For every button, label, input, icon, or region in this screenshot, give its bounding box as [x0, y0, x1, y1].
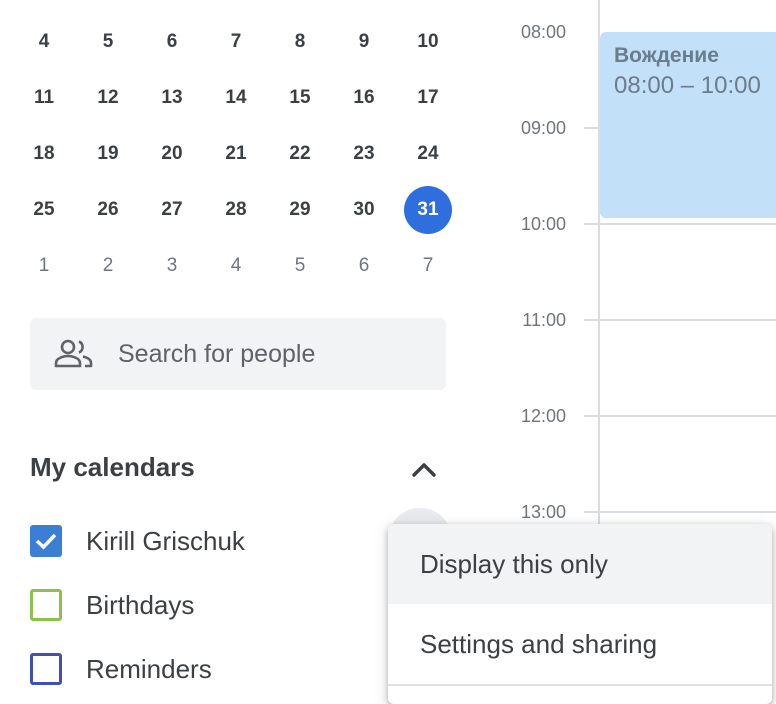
time-label: 10:00 — [520, 214, 566, 234]
mini-calendar-day[interactable]: 17 — [396, 70, 460, 126]
people-icon — [54, 339, 93, 368]
mini-calendar-day[interactable]: 23 — [332, 126, 396, 182]
mini-calendar-day[interactable]: 25 — [12, 182, 76, 238]
mini-calendar-day[interactable]: 4 — [12, 14, 76, 70]
mini-calendar-day[interactable]: 8 — [268, 14, 332, 70]
mini-calendar: 4 5 6 7 8 9 10 11 12 13 14 15 16 17 18 1… — [12, 14, 460, 294]
mini-calendar-day[interactable]: 12 — [76, 70, 140, 126]
calendar-label: Reminders — [86, 653, 212, 684]
time-label: 13:00 — [520, 502, 566, 522]
checkbox-unchecked[interactable] — [30, 653, 62, 685]
check-icon — [35, 533, 57, 550]
calendar-options-menu: Display this only Settings and sharing — [388, 524, 772, 704]
mini-calendar-day[interactable]: 29 — [268, 182, 332, 238]
mini-calendar-day[interactable]: 6 — [332, 238, 396, 294]
menu-divider — [388, 684, 772, 686]
hour-line — [584, 511, 776, 513]
mini-calendar-day[interactable]: 3 — [140, 238, 204, 294]
calendar-event[interactable]: Вождение 08:00 – 10:00 — [600, 32, 776, 218]
checkbox-unchecked[interactable] — [30, 589, 62, 621]
mini-calendar-week: 18 19 20 21 22 23 24 — [12, 126, 460, 182]
mini-calendar-day-today[interactable]: 31 — [396, 182, 460, 238]
mini-calendar-week: 25 26 27 28 29 30 31 — [12, 182, 460, 238]
time-label: 09:00 — [520, 118, 566, 138]
time-label: 12:00 — [520, 406, 566, 426]
my-calendars-title[interactable]: My calendars — [30, 452, 195, 483]
mini-calendar-day[interactable]: 30 — [332, 182, 396, 238]
mini-calendar-day[interactable]: 26 — [76, 182, 140, 238]
menu-item-settings-and-sharing[interactable]: Settings and sharing — [388, 604, 772, 684]
calendar-item-kirill-grischuk[interactable]: Kirill Grischuk — [30, 521, 245, 561]
mini-calendar-week: 1 2 3 4 5 6 7 — [12, 238, 460, 294]
mini-calendar-day[interactable]: 6 — [140, 14, 204, 70]
mini-calendar-day[interactable]: 1 — [12, 238, 76, 294]
mini-calendar-day[interactable]: 2 — [76, 238, 140, 294]
mini-calendar-day[interactable]: 24 — [396, 126, 460, 182]
mini-calendar-week: 4 5 6 7 8 9 10 — [12, 14, 460, 70]
chevron-up-icon[interactable] — [408, 454, 440, 486]
calendar-item-birthdays[interactable]: Birthdays — [30, 585, 194, 625]
mini-calendar-day[interactable]: 9 — [332, 14, 396, 70]
mini-calendar-day[interactable]: 10 — [396, 14, 460, 70]
mini-calendar-day[interactable]: 28 — [204, 182, 268, 238]
search-people-input[interactable]: Search for people — [30, 318, 446, 390]
mini-calendar-day[interactable]: 21 — [204, 126, 268, 182]
mini-calendar-day[interactable]: 20 — [140, 126, 204, 182]
calendar-label: Kirill Grischuk — [86, 525, 245, 556]
mini-calendar-day[interactable]: 19 — [76, 126, 140, 182]
calendar-label: Birthdays — [86, 589, 195, 620]
hour-line — [584, 415, 776, 417]
mini-calendar-day[interactable]: 15 — [268, 70, 332, 126]
mini-calendar-day[interactable]: 13 — [140, 70, 204, 126]
mini-calendar-day[interactable]: 4 — [204, 238, 268, 294]
today-marker: 31 — [404, 186, 452, 234]
mini-calendar-day[interactable]: 22 — [268, 126, 332, 182]
time-label: 11:00 — [522, 310, 566, 330]
calendar-item-reminders[interactable]: Reminders — [30, 649, 212, 689]
mini-calendar-day[interactable]: 27 — [140, 182, 204, 238]
mini-calendar-day[interactable]: 7 — [204, 14, 268, 70]
checkbox-checked[interactable] — [30, 525, 62, 557]
menu-item-display-this-only[interactable]: Display this only — [388, 524, 772, 604]
time-label: 08:00 — [520, 22, 566, 42]
mini-calendar-day[interactable]: 7 — [396, 238, 460, 294]
mini-calendar-day[interactable]: 18 — [12, 126, 76, 182]
mini-calendar-day[interactable]: 5 — [268, 238, 332, 294]
mini-calendar-day[interactable]: 16 — [332, 70, 396, 126]
search-placeholder: Search for people — [118, 339, 316, 368]
hour-line — [584, 319, 776, 321]
event-time: 08:00 – 10:00 — [614, 72, 761, 99]
event-title: Вождение — [614, 44, 719, 67]
mini-calendar-day[interactable]: 14 — [204, 70, 268, 126]
mini-calendar-day[interactable]: 11 — [12, 70, 76, 126]
hour-line — [584, 223, 776, 225]
mini-calendar-day[interactable]: 5 — [76, 14, 140, 70]
mini-calendar-week: 11 12 13 14 15 16 17 — [12, 70, 460, 126]
